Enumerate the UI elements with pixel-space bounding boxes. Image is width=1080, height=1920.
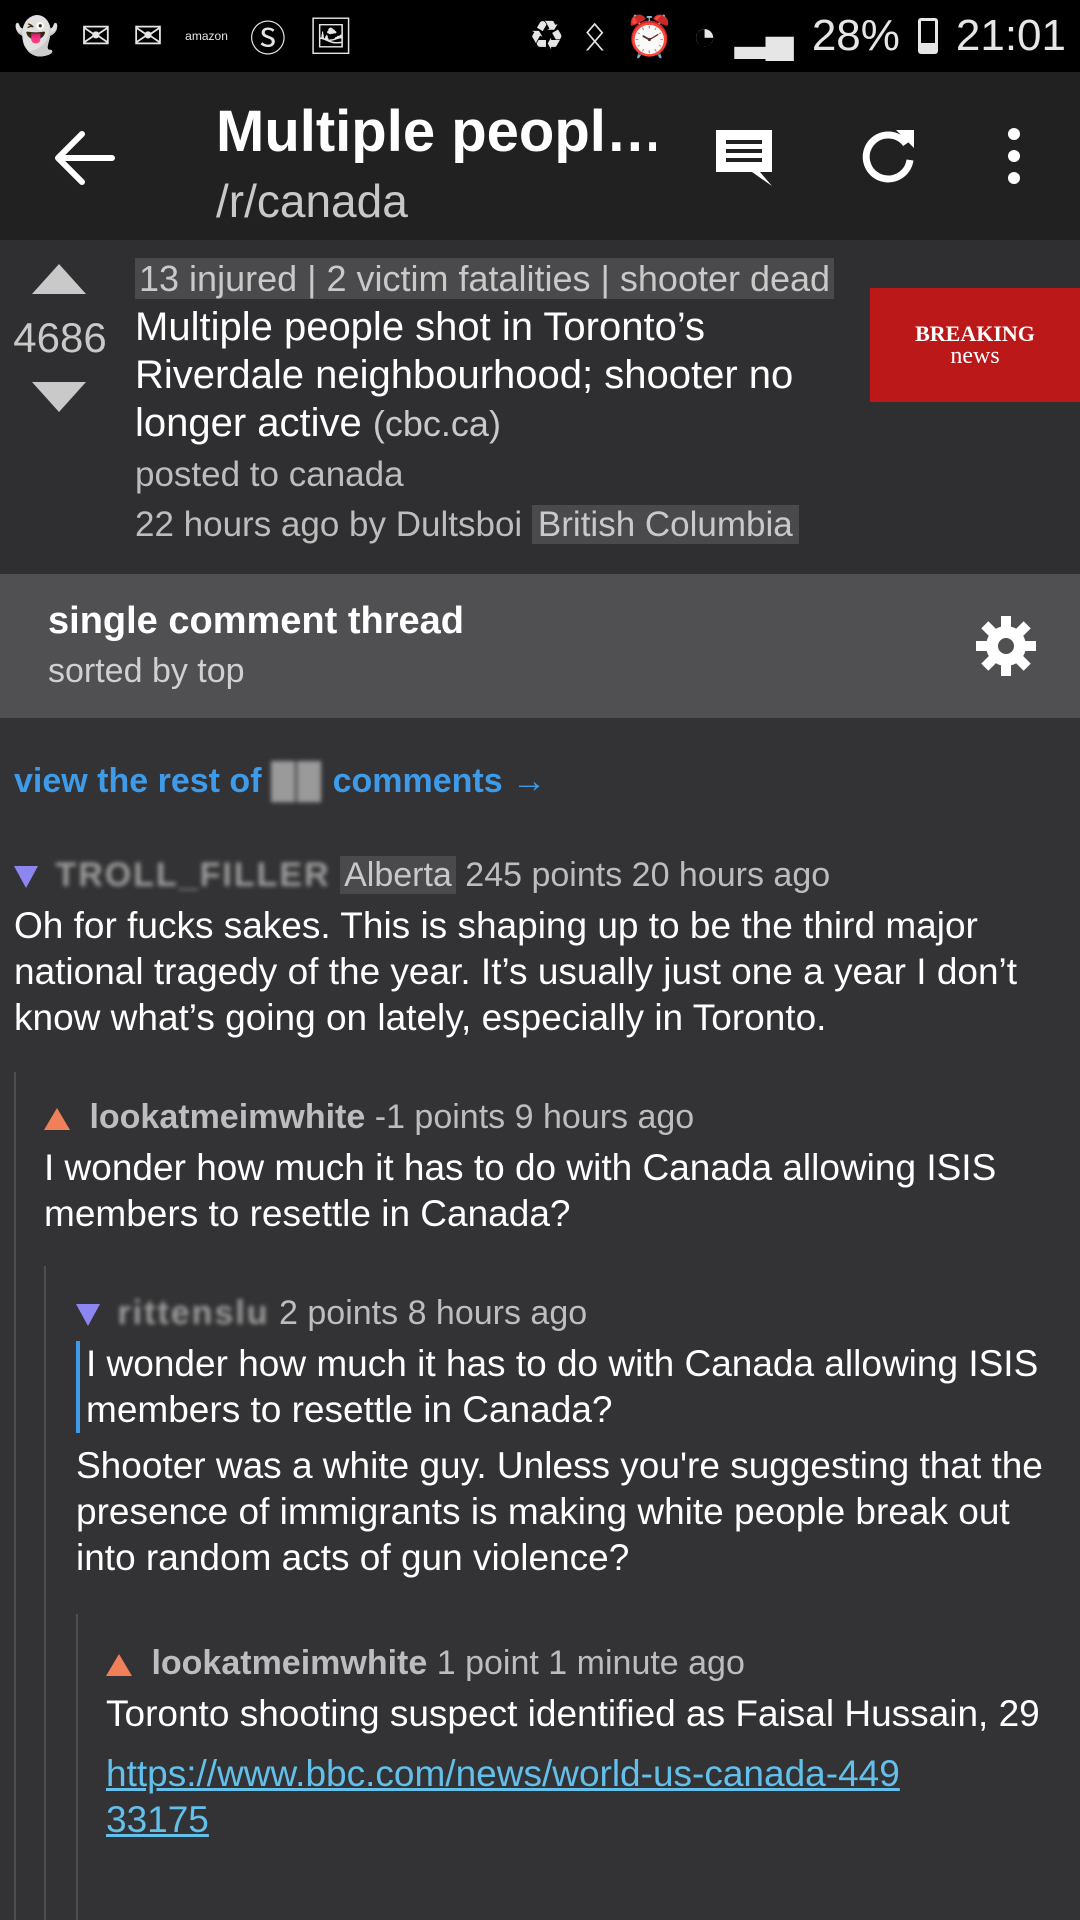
page-title: Multiple peopl… xyxy=(216,99,656,164)
comment-points: 245 points xyxy=(465,856,623,894)
redacted-count: ██ xyxy=(270,762,324,800)
alarm-icon: ⏰ xyxy=(624,14,675,59)
post-text[interactable]: 13 injured | 2 victim fatalities | shoot… xyxy=(135,254,855,448)
collapse-icon[interactable] xyxy=(76,1304,100,1327)
shazam-icon: Ⓢ xyxy=(249,18,286,59)
more-options-icon[interactable] xyxy=(994,124,1034,188)
rest-link-prefix: view the rest of xyxy=(14,762,262,800)
posted-to[interactable]: posted to canada xyxy=(135,450,799,500)
thread-header: single comment thread sorted by top xyxy=(0,574,1080,718)
comment-body: Oh for fucks sakes. This is shaping up t… xyxy=(14,905,1018,1038)
post-thumbnail[interactable]: BREAKING news xyxy=(870,288,1080,402)
thread-title: single comment thread xyxy=(48,600,464,642)
comment-author[interactable]: TROLL_FILLER xyxy=(55,856,330,894)
subreddit-label[interactable]: /r/canada xyxy=(216,174,408,228)
thread-sort: sorted by top xyxy=(48,652,245,690)
battery-percent: 28% xyxy=(811,11,900,60)
comment[interactable]: TROLL_FILLER Alberta 245 points 20 hours… xyxy=(14,856,1064,1041)
comment-points: -1 points xyxy=(374,1098,506,1136)
comment-flair: Alberta xyxy=(340,856,456,894)
view-rest-comments-link[interactable]: view the rest of ██ comments → xyxy=(14,762,546,801)
snapchat-icon: 👻 xyxy=(14,15,59,56)
status-bar: 👻 ✉ ✉ amazon Ⓢ 🖼 ♻ ᛟ ⏰ ◔ ▂▄ 28% 21:01 xyxy=(0,0,1080,72)
post-domain: (cbc.ca) xyxy=(372,403,501,444)
comment-body: Toronto shooting suspect identified as F… xyxy=(106,1693,1040,1734)
comment-time: 9 hours ago xyxy=(514,1098,695,1136)
collapse-icon[interactable] xyxy=(44,1108,70,1131)
comment-body: Shooter was a white guy. Unless you're s… xyxy=(76,1445,1043,1578)
comment-time: 20 hours ago xyxy=(631,856,831,894)
collapse-icon[interactable] xyxy=(106,1654,132,1677)
comments-icon[interactable] xyxy=(712,124,776,188)
comment-body: I wonder how much it has to do with Cana… xyxy=(44,1147,997,1234)
indent-line-2 xyxy=(44,1266,46,1920)
post-score: 4686 xyxy=(13,314,107,361)
comment-header: TROLL_FILLER Alberta 245 points 20 hours… xyxy=(14,856,1064,895)
upvote-icon[interactable] xyxy=(32,264,86,294)
collapse-icon[interactable] xyxy=(14,866,38,889)
comment-points: 2 points xyxy=(279,1294,399,1332)
comment-time: 8 hours ago xyxy=(407,1294,588,1332)
comment-author[interactable]: rittenslu xyxy=(117,1294,269,1332)
wifi-icon: ◔ xyxy=(692,13,717,58)
refresh-icon[interactable] xyxy=(856,124,920,188)
thumbnail-text-2: news xyxy=(950,343,1000,369)
comment-points: 1 point xyxy=(436,1644,539,1682)
comment-author[interactable]: lookatmeimwhite xyxy=(89,1098,365,1136)
post-meta: posted to canada 22 hours ago by Dultsbo… xyxy=(135,450,799,550)
comment-header: rittenslu 2 points 8 hours ago xyxy=(76,1294,1056,1333)
clock: 21:01 xyxy=(955,11,1066,60)
gallery-icon: 🖼 xyxy=(307,15,354,56)
comment-author[interactable]: lookatmeimwhite xyxy=(151,1644,427,1682)
comment-quote: I wonder how much it has to do with Cana… xyxy=(76,1341,1056,1433)
system-icons: ♻ ᛟ ⏰ ◔ ▂▄ 28% 21:01 xyxy=(529,11,1066,61)
email-icon: ✉ xyxy=(133,15,164,56)
downvote-icon[interactable] xyxy=(32,382,86,412)
comment-time: 1 minute ago xyxy=(548,1644,745,1682)
battery-icon xyxy=(917,18,938,54)
post-card: 4686 13 injured | 2 victim fatalities | … xyxy=(0,240,1080,574)
signal-icon: ▂▄ xyxy=(734,14,794,58)
author-flair: British Columbia xyxy=(531,505,799,544)
bluetooth-icon: ᛟ xyxy=(582,13,607,58)
gmail-icon: ✉ xyxy=(80,15,111,56)
comment[interactable]: lookatmeimwhite 1 point 1 minute ago Tor… xyxy=(106,1644,1056,1843)
comment-header: lookatmeimwhite 1 point 1 minute ago xyxy=(106,1644,1056,1683)
indent-line-3 xyxy=(76,1614,78,1920)
battery-saver-icon: ♻ xyxy=(528,14,565,58)
notification-icons: 👻 ✉ ✉ amazon Ⓢ 🖼 xyxy=(14,10,354,62)
post-time-author[interactable]: 22 hours ago by Dultsboi xyxy=(135,505,522,544)
gear-icon[interactable] xyxy=(974,614,1038,678)
thumbnail-text: BREAKING xyxy=(915,321,1035,346)
rest-link-suffix: comments → xyxy=(332,762,547,800)
comment[interactable]: rittenslu 2 points 8 hours ago I wonder … xyxy=(76,1294,1056,1581)
comment-header: lookatmeimwhite -1 points 9 hours ago xyxy=(44,1098,1064,1137)
app-bar: Multiple peopl… /r/canada xyxy=(0,72,1080,240)
indent-line-1 xyxy=(14,1072,16,1920)
comment[interactable]: lookatmeimwhite -1 points 9 hours ago I … xyxy=(44,1098,1064,1237)
post-flair: 13 injured | 2 victim fatalities | shoot… xyxy=(135,258,835,299)
amazon-icon: amazon xyxy=(185,29,228,43)
comment-link[interactable]: https://www.bbc.com/news/world-us-canada… xyxy=(106,1751,906,1843)
back-arrow-icon[interactable] xyxy=(52,128,116,188)
